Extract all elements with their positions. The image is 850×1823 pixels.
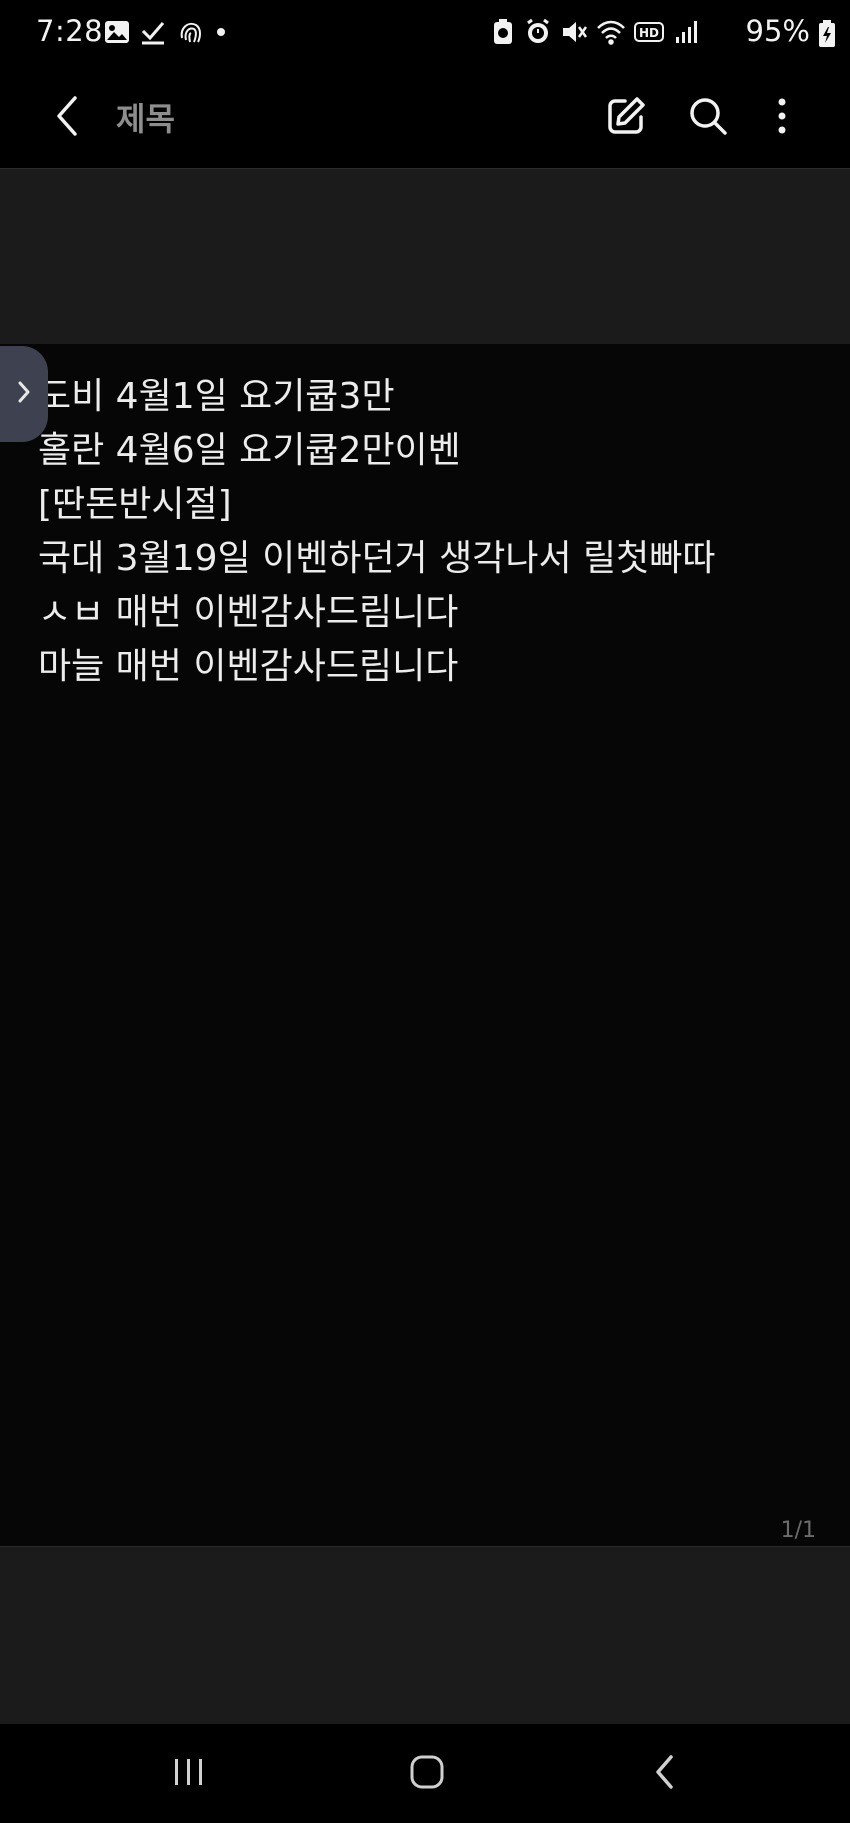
dot-icon [214,19,228,49]
note-line: 홀란 4월6일 요기큡2만이벤 [38,430,461,471]
svg-text:HD: HD [639,26,659,40]
navigation-bar [0,1724,850,1823]
note-footer-panel [0,1546,850,1725]
side-panel-handle[interactable] [0,346,48,442]
alarm-clock-icon [524,18,552,50]
edit-button[interactable] [596,88,656,148]
note-line: 마늘 매번 이벤감사드림니다 [38,646,459,687]
hd-icon: HD [634,19,666,49]
note-content[interactable]: 도비 4월1일 요기큡3만 홀란 4월6일 요기큡2만이벤 [딴돈반시절] 국대… [38,370,828,694]
note-title[interactable]: 제목 [116,94,175,140]
home-icon [409,1754,445,1794]
home-button[interactable] [392,1746,462,1802]
app-bar: 제목 [0,68,850,169]
search-icon [687,95,729,141]
gallery-icon [104,19,130,49]
mute-icon [560,18,588,50]
chevron-right-icon [16,378,32,410]
wifi-icon [596,18,626,50]
battery-percent: 95% [745,14,810,48]
more-options-button[interactable] [752,88,812,148]
chevron-left-icon [51,94,81,142]
nav-back-button[interactable] [630,1746,700,1802]
note-line: 도비 4월1일 요기큡3만 [38,376,395,417]
signal-icon [674,19,700,49]
search-button[interactable] [678,88,738,148]
note-line: ㅅㅂ 매번 이벤감사드림니다 [38,592,459,633]
status-time: 7:28 [36,14,104,48]
status-bar: 7:28 HD 95% [0,0,850,68]
back-icon [653,1754,677,1794]
note-body[interactable]: 도비 4월1일 요기큡3만 홀란 4월6일 요기큡2만이벤 [딴돈반시절] 국대… [0,344,850,1546]
checkmark-icon [140,19,166,49]
recents-icon [171,1756,207,1792]
note-line: 국대 3월19일 이벤하던거 생각나서 릴첫빠따 [38,538,716,579]
note-line: [딴돈반시절] [38,484,232,525]
status-left-icons [104,18,228,50]
page-indicator: 1/1 [780,1518,816,1543]
back-button[interactable] [40,88,92,148]
status-right-icons: HD [490,18,700,50]
edit-icon [605,95,647,141]
recents-button[interactable] [154,1746,224,1802]
fingerprint-icon [176,18,204,50]
more-vertical-icon [776,96,788,140]
alarm-icon [490,18,516,50]
battery-icon [818,20,836,52]
note-header-panel [0,169,850,344]
